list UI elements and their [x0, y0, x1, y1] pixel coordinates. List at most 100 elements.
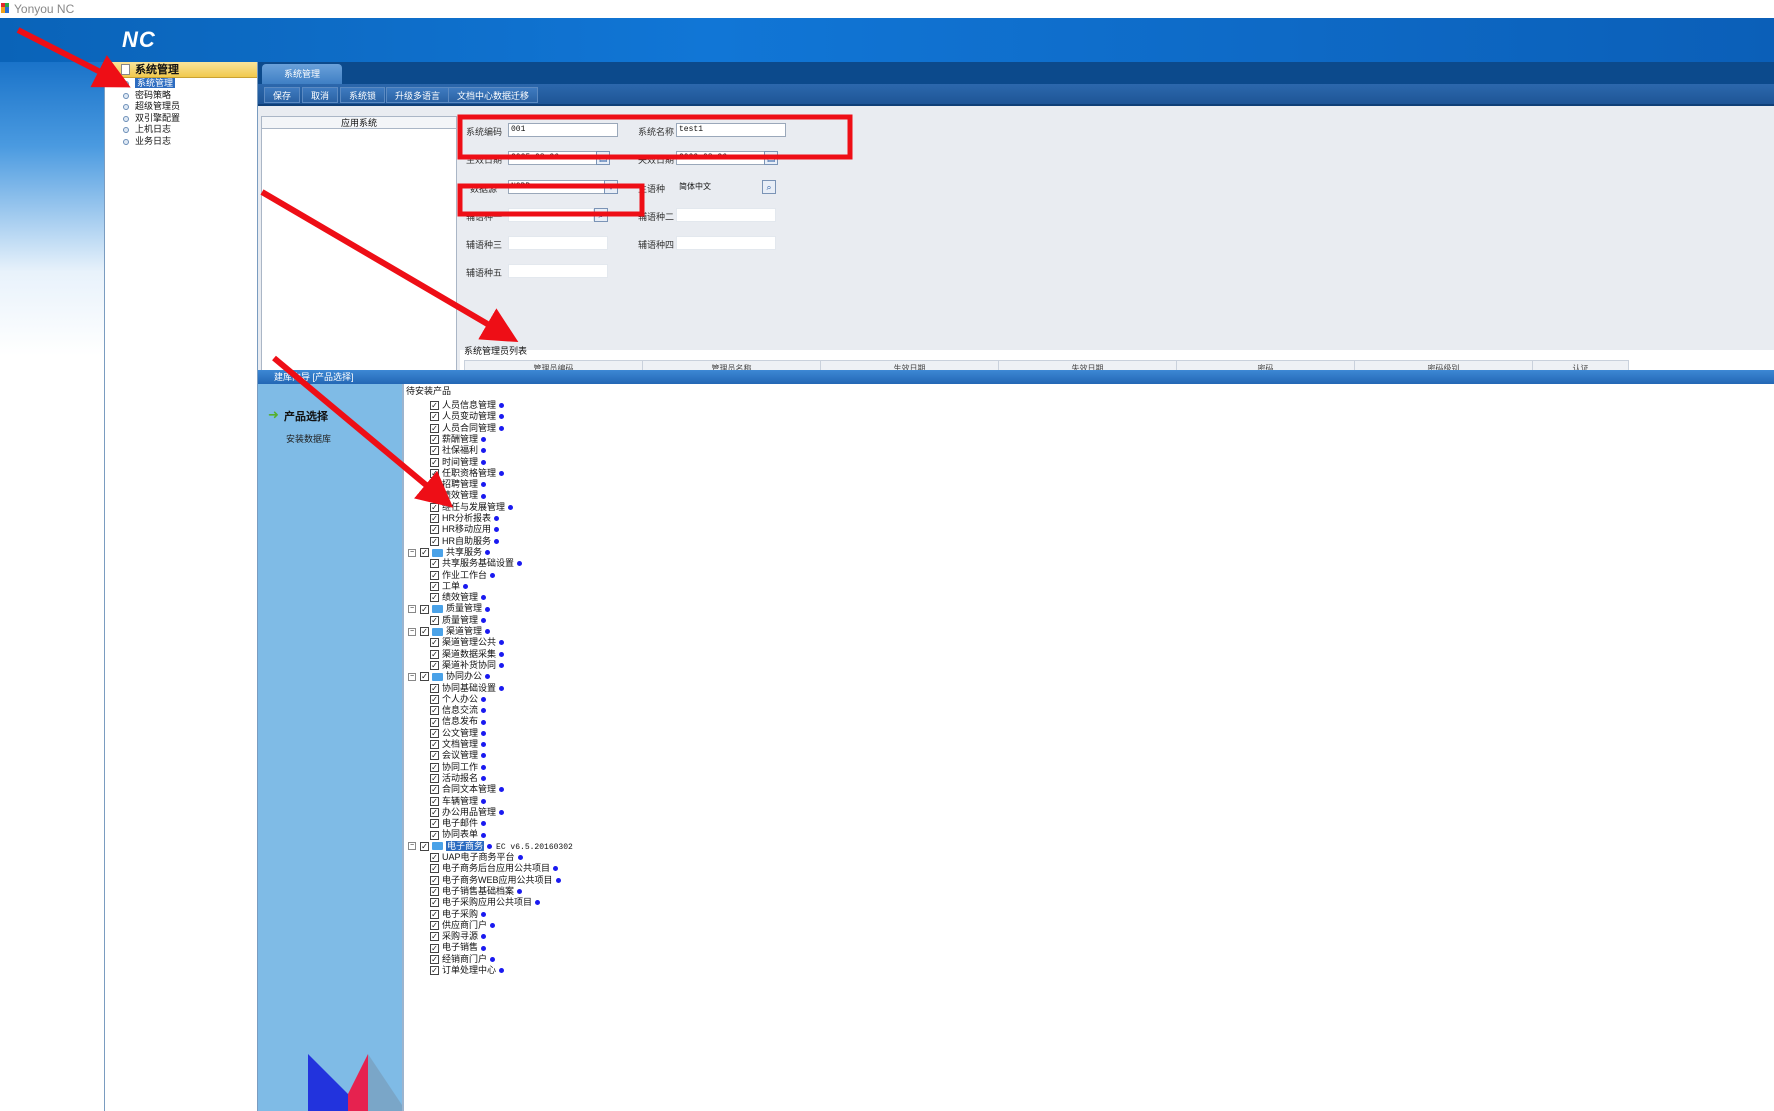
- tree-leaf-node[interactable]: ✓ 协同工作: [430, 762, 487, 773]
- checkbox[interactable]: ✓: [430, 740, 439, 750]
- tree-leaf-node[interactable]: ✓ 订单处理中心: [430, 965, 505, 976]
- nav-item[interactable]: 密码策略: [105, 90, 257, 102]
- checkbox[interactable]: ✓: [420, 672, 429, 682]
- tree-leaf-node[interactable]: ✓ 车辆管理: [430, 796, 487, 807]
- datasource-select[interactable]: NCDB: [508, 180, 608, 194]
- calendar-icon[interactable]: ▤: [596, 151, 610, 165]
- checkbox[interactable]: ✓: [420, 627, 429, 637]
- tab-system-management[interactable]: 系统管理: [262, 64, 342, 84]
- collapse-icon[interactable]: −: [408, 605, 416, 614]
- nav-header[interactable]: 系统管理: [105, 62, 257, 78]
- tree-leaf-node[interactable]: ✓ 电子商务后台应用公共项目: [430, 863, 559, 874]
- tree-folder-node[interactable]: − ✓ 质量管理: [408, 603, 491, 614]
- checkbox[interactable]: ✓: [430, 954, 439, 964]
- tree-leaf-node[interactable]: ✓ 活动报名: [430, 773, 487, 784]
- nav-item[interactable]: 双引擎配置: [105, 113, 257, 125]
- checkbox[interactable]: ✓: [430, 435, 439, 445]
- tree-leaf-node[interactable]: ✓ 渠道数据采集: [430, 649, 505, 660]
- tree-leaf-node[interactable]: ✓ 会议管理: [430, 750, 487, 761]
- checkbox[interactable]: ✓: [430, 706, 439, 716]
- doc-center-migrate-button[interactable]: 文档中心数据迁移: [448, 87, 539, 103]
- checkbox[interactable]: ✓: [430, 807, 439, 817]
- tree-leaf-node[interactable]: ✓ 电子商务WEB应用公共项目: [430, 875, 561, 886]
- tree-leaf-node[interactable]: ✓ 人员信息管理: [430, 400, 505, 411]
- tree-leaf-node[interactable]: ✓ 电子销售基础档案: [430, 886, 523, 897]
- search-icon[interactable]: ⌕: [594, 208, 608, 222]
- tree-leaf-node[interactable]: ✓ 电子邮件: [430, 818, 487, 829]
- tree-folder-node[interactable]: − ✓ 电子商务 EC v6.5.20160302: [408, 840, 573, 852]
- checkbox[interactable]: ✓: [430, 887, 439, 897]
- tree-leaf-node[interactable]: ✓ HR移动应用: [430, 524, 499, 535]
- tree-leaf-node[interactable]: ✓ 个人办公: [430, 694, 487, 705]
- aux5-input[interactable]: [508, 264, 608, 278]
- checkbox[interactable]: ✓: [430, 423, 439, 433]
- tree-leaf-node[interactable]: ✓ 电子采购: [430, 909, 487, 920]
- tree-leaf-node[interactable]: ✓ 人员合同管理: [430, 423, 505, 434]
- checkbox[interactable]: ✓: [430, 514, 439, 524]
- checkbox[interactable]: ✓: [430, 593, 439, 603]
- checkbox[interactable]: ✓: [430, 830, 439, 840]
- checkbox[interactable]: ✓: [430, 875, 439, 885]
- nav-item[interactable]: 业务日志: [105, 136, 257, 148]
- tree-leaf-node[interactable]: ✓ 文档管理: [430, 739, 487, 750]
- checkbox[interactable]: ✓: [430, 581, 439, 591]
- checkbox[interactable]: ✓: [430, 898, 439, 908]
- tree-leaf-node[interactable]: ✓ 协同表单: [430, 829, 487, 840]
- eff-date-input[interactable]: 2025-08-26: [508, 151, 598, 165]
- checkbox[interactable]: ✓: [430, 446, 439, 456]
- nav-item[interactable]: 超级管理员: [105, 101, 257, 113]
- tree-leaf-node[interactable]: ✓ 供应商门户: [430, 920, 496, 931]
- collapse-icon[interactable]: −: [408, 672, 416, 681]
- tree-leaf-node[interactable]: ✓ HR分析报表: [430, 513, 499, 524]
- checkbox[interactable]: ✓: [430, 457, 439, 467]
- tree-leaf-node[interactable]: ✓ 招聘管理: [430, 479, 487, 490]
- checkbox[interactable]: ✓: [430, 559, 439, 569]
- checkbox[interactable]: ✓: [430, 615, 439, 625]
- upgrade-multilang-button[interactable]: 升级多语言: [386, 87, 450, 103]
- tree-leaf-node[interactable]: ✓ 绩效管理: [430, 592, 487, 603]
- aux3-input[interactable]: [508, 236, 608, 250]
- checkbox[interactable]: ✓: [430, 864, 439, 874]
- tree-leaf-node[interactable]: ✓ 电子采购应用公共项目: [430, 897, 541, 908]
- checkbox[interactable]: ✓: [430, 401, 439, 411]
- tree-leaf-node[interactable]: ✓ 继任与发展管理: [430, 502, 514, 513]
- checkbox[interactable]: ✓: [430, 909, 439, 919]
- nav-item[interactable]: 上机日志: [105, 124, 257, 136]
- nav-item[interactable]: 系统管理: [105, 78, 257, 90]
- checkbox[interactable]: ✓: [430, 570, 439, 580]
- checkbox[interactable]: ✓: [430, 661, 439, 671]
- checkbox[interactable]: ✓: [430, 717, 439, 727]
- sys-name-input[interactable]: test1: [676, 123, 786, 137]
- collapse-icon[interactable]: −: [408, 627, 416, 636]
- checkbox[interactable]: ✓: [430, 480, 439, 490]
- tree-leaf-node[interactable]: ✓ 公文管理: [430, 728, 487, 739]
- checkbox[interactable]: ✓: [420, 604, 429, 614]
- tree-leaf-node[interactable]: ✓ 经销商门户: [430, 954, 496, 965]
- tree-leaf-node[interactable]: ✓ 共享服务基础设置: [430, 558, 523, 569]
- exp-date-input[interactable]: 2099-08-26: [676, 151, 766, 165]
- checkbox[interactable]: ✓: [430, 468, 439, 478]
- collapse-icon[interactable]: −: [408, 842, 416, 851]
- checkbox[interactable]: ✓: [420, 548, 429, 558]
- checkbox[interactable]: ✓: [420, 841, 429, 851]
- tree-leaf-node[interactable]: ✓ 绩效管理: [430, 490, 487, 501]
- tree-leaf-node[interactable]: ✓ HR自助服务: [430, 536, 499, 547]
- checkbox[interactable]: ✓: [430, 774, 439, 784]
- tree-leaf-node[interactable]: ✓ 时间管理: [430, 457, 487, 468]
- checkbox[interactable]: ✓: [430, 694, 439, 704]
- search-icon[interactable]: ⌕: [762, 180, 776, 194]
- checkbox[interactable]: ✓: [430, 853, 439, 863]
- tree-folder-node[interactable]: − ✓ 协同办公: [408, 671, 491, 682]
- tree-leaf-node[interactable]: ✓ 采购寻源: [430, 931, 487, 942]
- tree-leaf-node[interactable]: ✓ 作业工作台: [430, 570, 496, 581]
- checkbox[interactable]: ✓: [430, 502, 439, 512]
- tree-folder-node[interactable]: − ✓ 共享服务: [408, 547, 491, 558]
- tree-leaf-node[interactable]: ✓ 电子销售: [430, 942, 487, 953]
- checkbox[interactable]: ✓: [430, 728, 439, 738]
- tree-leaf-node[interactable]: ✓ 渠道管理公共: [430, 637, 505, 648]
- collapse-icon[interactable]: −: [408, 548, 416, 557]
- tree-leaf-node[interactable]: ✓ 人员变动管理: [430, 411, 505, 422]
- sys-code-input[interactable]: 001: [508, 123, 618, 137]
- tree-leaf-node[interactable]: ✓ 信息发布: [430, 716, 487, 727]
- checkbox[interactable]: ✓: [430, 412, 439, 422]
